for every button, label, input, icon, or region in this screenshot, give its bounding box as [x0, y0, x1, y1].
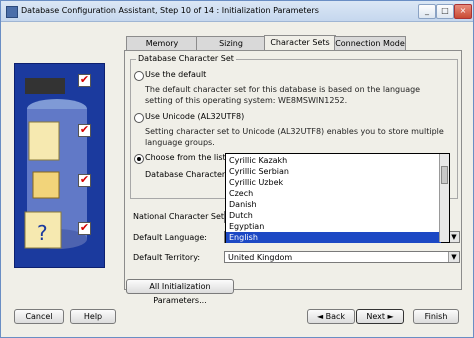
list-item[interactable]: Egyptian — [226, 221, 441, 232]
window-title: Database Configuration Assistant, Step 1… — [21, 6, 319, 15]
check-icon: ✔ — [78, 221, 91, 235]
tab-sizing[interactable]: Sizing — [196, 36, 266, 51]
minimize-button[interactable]: _ — [418, 4, 436, 19]
all-init-params-button[interactable]: All Initialization Parameters... — [126, 279, 234, 305]
radio-use-unicode-label[interactable]: Use Unicode (AL32UTF8) — [145, 112, 244, 121]
list-item[interactable]: Danish — [226, 199, 441, 210]
default-territory-select[interactable]: United Kingdom ▼ — [224, 251, 460, 263]
default-charset-description: The default character set for this datab… — [145, 85, 421, 105]
shapes-icon — [32, 171, 60, 199]
chip-icon — [25, 78, 65, 94]
next-button-label: Next — [366, 312, 385, 321]
scrollbar-thumb[interactable] — [441, 166, 448, 184]
dropdown-scrollbar[interactable] — [439, 154, 449, 242]
question-mark-icon: ? — [37, 221, 48, 245]
radio-use-default[interactable] — [134, 71, 144, 81]
tab-memory[interactable]: Memory — [126, 36, 198, 51]
tab-connection-mode[interactable]: Connection Mode — [334, 36, 406, 51]
wizard-graphics: ? — [24, 78, 87, 249]
help-button[interactable]: Help — [70, 309, 116, 324]
unicode-charset-description: Setting character set to Unicode (AL32UT… — [145, 127, 444, 147]
list-item[interactable]: Czech — [226, 188, 441, 199]
check-icon: ✔ — [78, 73, 91, 87]
next-button[interactable]: Next ► — [356, 309, 404, 324]
back-button[interactable]: ◄ Back — [307, 309, 355, 324]
db-charset-label: Database Character Se — [145, 170, 238, 179]
list-item-selected[interactable]: English — [226, 232, 441, 243]
list-item[interactable]: Cyrillic Kazakh — [226, 155, 441, 166]
close-button[interactable]: × — [454, 4, 472, 19]
radio-use-unicode[interactable] — [134, 113, 144, 123]
chevron-down-icon[interactable]: ▼ — [448, 252, 459, 262]
cancel-button[interactable]: Cancel — [14, 309, 64, 324]
maximize-button[interactable]: □ — [436, 4, 454, 19]
back-arrow-icon: ◄ — [316, 312, 324, 321]
radio-choose-from-list[interactable] — [134, 154, 144, 164]
tab-character-sets[interactable]: Character Sets — [264, 35, 336, 51]
radio-use-default-label[interactable]: Use the default — [145, 70, 206, 79]
title-bar[interactable]: Database Configuration Assistant, Step 1… — [1, 1, 473, 22]
document-icon — [28, 121, 60, 161]
finish-button[interactable]: Finish — [413, 309, 459, 324]
language-dropdown-list[interactable]: Cyrillic Kazakh Cyrillic Serbian Cyrilli… — [225, 153, 450, 243]
back-button-label: Back — [325, 312, 346, 321]
national-charset-label: National Character Set: — [133, 212, 227, 221]
next-arrow-icon: ► — [387, 312, 394, 321]
check-icon: ✔ — [78, 173, 91, 187]
app-icon — [6, 6, 18, 18]
default-territory-value: United Kingdom — [228, 253, 293, 262]
list-item[interactable]: Dutch — [226, 210, 441, 221]
check-icon: ✔ — [78, 123, 91, 137]
charset-group-title: Database Character Set — [136, 54, 236, 63]
wizard-illustration: ? ✔ ✔ ✔ ✔ — [14, 63, 105, 268]
list-item[interactable]: Cyrillic Uzbek — [226, 177, 441, 188]
list-item[interactable]: Cyrillic Serbian — [226, 166, 441, 177]
default-language-label: Default Language: — [133, 233, 207, 242]
default-territory-label: Default Territory: — [133, 253, 201, 262]
